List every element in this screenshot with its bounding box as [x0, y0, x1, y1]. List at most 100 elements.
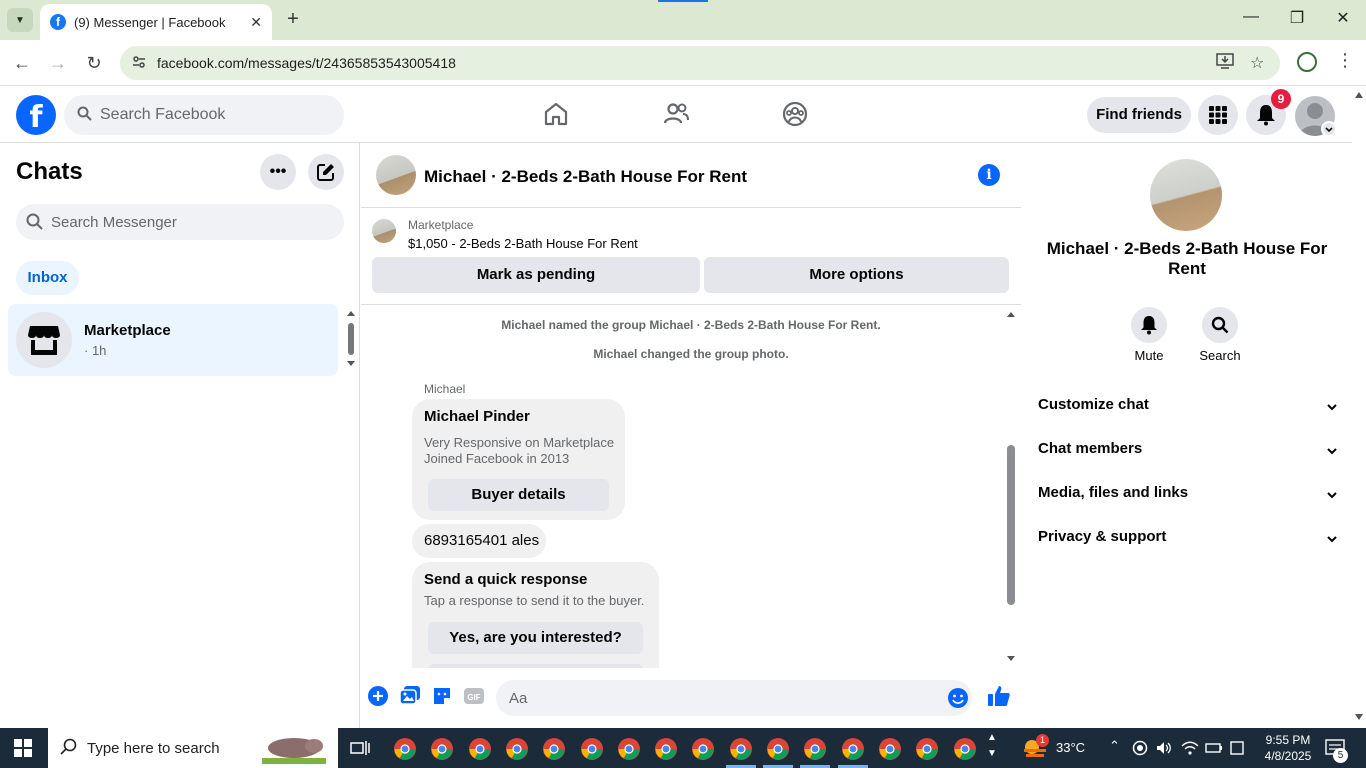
search-action[interactable]: Search — [1190, 307, 1250, 363]
menu-grid-button[interactable] — [1198, 95, 1238, 135]
gif-icon[interactable]: GIF — [463, 685, 485, 707]
conversation-avatar[interactable] — [376, 155, 416, 195]
show-hidden-icons-icon[interactable]: ⌃ — [1109, 738, 1120, 754]
photo-icon[interactable] — [399, 685, 421, 707]
windows-start-icon[interactable] — [14, 739, 32, 757]
taskbar-chrome-app-icon[interactable] — [691, 737, 715, 766]
tab-search-button[interactable]: ▼ — [7, 8, 33, 32]
task-view-icon[interactable] — [350, 739, 370, 762]
message-bubble[interactable]: 6893165401 ales — [412, 524, 546, 558]
chat-members-section[interactable]: Chat members — [1038, 440, 1338, 464]
maximize-button[interactable]: ❐ — [1282, 8, 1312, 28]
listing-thumbnail[interactable] — [372, 219, 396, 243]
tab-strip-accent — [658, 0, 708, 2]
windows-taskbar: Type here to search ▲ ▼ 1 33°C ⌃ 9:55 PM … — [0, 728, 1366, 768]
taskbar-chrome-app-icon[interactable] — [542, 737, 566, 766]
bookmark-star-icon[interactable]: ☆ — [1250, 53, 1264, 73]
browser-tab[interactable]: f (9) Messenger | Facebook ✕ — [40, 4, 272, 40]
taskbar-chrome-app-icon[interactable] — [766, 737, 790, 766]
search-label: Search — [1199, 348, 1241, 363]
group-photo[interactable] — [1150, 159, 1222, 231]
back-button[interactable]: ← — [10, 51, 34, 75]
clock-date: 4/8/2025 — [1264, 749, 1312, 763]
mark-as-pending-button[interactable]: Mark as pending — [372, 257, 700, 293]
browser-profile-icon[interactable] — [1297, 52, 1317, 72]
add-attachment-icon[interactable] — [367, 685, 389, 707]
privacy-support-section[interactable]: Privacy & support — [1038, 528, 1338, 552]
taskbar-chrome-app-icon[interactable] — [953, 737, 977, 766]
taskbar-chrome-app-icon[interactable] — [430, 737, 454, 766]
more-options-button[interactable]: ••• — [260, 154, 296, 190]
taskbar-chrome-app-icon[interactable] — [803, 737, 827, 766]
section-label: Privacy & support — [1038, 528, 1167, 545]
site-info-icon[interactable] — [132, 55, 146, 72]
page-scrollbar[interactable] — [1352, 86, 1366, 728]
search-icon — [26, 213, 43, 234]
taskbar-chrome-app-icon[interactable] — [729, 737, 753, 766]
chevron-down-icon — [1326, 400, 1338, 417]
taskbar-chrome-app-icon[interactable] — [580, 737, 604, 766]
language-icon[interactable] — [1229, 740, 1245, 761]
inbox-tab[interactable]: Inbox — [16, 261, 79, 295]
mute-action[interactable]: Mute — [1119, 307, 1179, 363]
chat-list-scrollbar[interactable] — [346, 308, 356, 368]
taskbar-chrome-app-icon[interactable] — [915, 737, 939, 766]
message-composer: GIF — [361, 668, 1021, 728]
buyer-details-button[interactable]: Buyer details — [428, 479, 609, 511]
customize-chat-section[interactable]: Customize chat — [1038, 396, 1338, 420]
battery-icon[interactable] — [1205, 741, 1223, 760]
taskbar-chrome-app-icon[interactable] — [878, 737, 902, 766]
listing-title[interactable]: $1,050 - 2-Beds 2-Bath House For Rent — [408, 236, 638, 251]
minimize-button[interactable]: — — [1236, 8, 1266, 26]
search-icon — [60, 738, 77, 760]
messenger-search-input[interactable] — [51, 211, 331, 233]
taskbar-chrome-app-icon[interactable] — [468, 737, 492, 766]
new-message-button[interactable] — [308, 154, 344, 190]
message-input[interactable] — [509, 688, 929, 708]
groups-icon[interactable] — [781, 100, 809, 128]
quick-response-option[interactable]: Yes, are you interested? — [428, 622, 643, 654]
message-input-field[interactable] — [496, 680, 972, 716]
facebook-search[interactable] — [64, 95, 344, 135]
bell-icon — [1131, 307, 1167, 343]
meet-now-icon[interactable] — [1132, 740, 1148, 761]
address-bar[interactable]: facebook.com/messages/t/2436585354300541… — [120, 46, 1280, 80]
thread-scrollbar-thumb[interactable] — [1007, 445, 1015, 605]
window-close-button[interactable]: ✕ — [1328, 8, 1358, 28]
marketplace-listing-bar: Marketplace $1,050 - 2-Beds 2-Bath House… — [361, 209, 1021, 305]
facebook-logo[interactable]: f — [16, 95, 56, 135]
browser-menu-icon[interactable]: ⋮ — [1336, 50, 1354, 71]
install-app-icon[interactable] — [1216, 53, 1234, 74]
taskbar-overflow-arrows[interactable]: ▲ ▼ — [987, 730, 997, 762]
account-chevron-icon[interactable] — [1321, 121, 1337, 137]
grid-icon — [1209, 106, 1227, 124]
friends-icon[interactable] — [662, 100, 690, 128]
chats-sidebar: Chats ••• Inbox Marketplace · 1h — [0, 143, 360, 728]
tab-close-icon[interactable]: ✕ — [250, 14, 262, 31]
sticker-icon[interactable] — [431, 685, 453, 707]
chat-list-item[interactable]: Marketplace · 1h — [8, 304, 338, 376]
emoji-icon[interactable] — [947, 687, 969, 714]
taskbar-chrome-app-icon[interactable] — [841, 737, 865, 766]
forward-button[interactable]: → — [46, 51, 70, 75]
taskbar-chrome-app-icon[interactable] — [505, 737, 529, 766]
facebook-search-input[interactable] — [100, 103, 330, 127]
taskbar-search[interactable]: Type here to search — [48, 728, 338, 768]
new-tab-button[interactable]: + — [282, 8, 304, 30]
taskbar-chrome-app-icon[interactable] — [617, 737, 641, 766]
conversation-header: Michael · 2-Beds 2-Bath House For Rent i — [361, 143, 1021, 208]
clock[interactable]: 9:55 PM 4/8/2025 — [1257, 732, 1319, 764]
more-options-button[interactable]: More options — [704, 257, 1009, 293]
media-files-links-section[interactable]: Media, files and links — [1038, 484, 1338, 508]
volume-icon[interactable] — [1156, 740, 1172, 761]
conversation-title[interactable]: Michael · 2-Beds 2-Bath House For Rent — [424, 167, 747, 187]
reload-button[interactable]: ↻ — [82, 51, 106, 75]
taskbar-chrome-app-icon[interactable] — [393, 737, 417, 766]
info-icon[interactable]: i — [978, 164, 1000, 186]
like-icon[interactable] — [987, 684, 1010, 706]
wifi-icon[interactable] — [1181, 740, 1199, 761]
find-friends-button[interactable]: Find friends — [1087, 97, 1191, 133]
messenger-search[interactable] — [16, 204, 344, 240]
taskbar-chrome-app-icon[interactable] — [654, 737, 678, 766]
home-icon[interactable] — [542, 100, 570, 128]
